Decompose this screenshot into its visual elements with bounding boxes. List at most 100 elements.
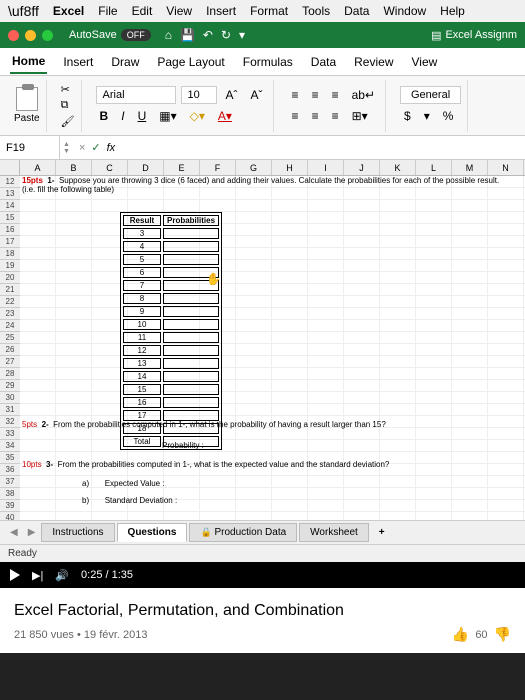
next-icon[interactable]: ▶| [32,569,43,582]
minimize-icon[interactable] [25,30,36,41]
currency-button[interactable]: $ [400,107,415,125]
fx-icon[interactable]: fx [107,142,116,154]
col-header[interactable]: G [236,160,272,175]
row-header[interactable]: 14 [0,200,20,212]
row-header[interactable]: 12 [0,176,20,188]
menu-window[interactable]: Window [383,4,426,18]
prob-cell[interactable] [163,293,219,304]
tab-page-layout[interactable]: Page Layout [155,51,226,73]
row-header[interactable]: 37 [0,476,20,488]
align-bottom-icon[interactable]: ≡ [328,86,343,104]
name-box[interactable]: F19 [0,136,60,159]
menu-tools[interactable]: Tools [302,4,330,18]
cut-icon[interactable]: ✂ [61,83,70,96]
close-icon[interactable] [8,30,19,41]
apple-icon[interactable]: \uf8ff [8,3,39,19]
autosave-toggle[interactable]: AutoSave OFF [69,29,151,41]
row-header[interactable]: 29 [0,380,20,392]
row-header[interactable]: 18 [0,248,20,260]
prob-cell[interactable] [163,345,219,356]
row-header[interactable]: 28 [0,368,20,380]
home-icon[interactable]: ⌂ [165,28,172,42]
prob-cell[interactable] [163,332,219,343]
col-header[interactable]: L [416,160,452,175]
sheet-tab-questions[interactable]: Questions [117,523,188,542]
undo-icon[interactable]: ↶ [203,28,213,42]
percent-button[interactable]: % [439,107,458,125]
tab-data[interactable]: Data [309,51,338,73]
wrap-text-icon[interactable]: ab↵ [348,86,379,104]
spreadsheet-grid[interactable]: A B C D E F G H I J K L M N 121314151617… [0,160,525,520]
fill-color-button[interactable]: ◇▾ [186,107,209,125]
prob-cell[interactable] [163,397,219,408]
col-header[interactable]: K [380,160,416,175]
menu-data[interactable]: Data [344,4,369,18]
row-header[interactable]: 21 [0,284,20,296]
row-header[interactable]: 24 [0,320,20,332]
tab-home[interactable]: Home [10,50,47,74]
prob-cell[interactable] [163,319,219,330]
row-header[interactable]: 40 [0,512,20,520]
prob-cell[interactable] [163,241,219,252]
row-header[interactable]: 15 [0,212,20,224]
align-top-icon[interactable]: ≡ [288,86,303,104]
save-icon[interactable]: 💾 [180,28,195,42]
border-button[interactable]: ▦▾ [155,107,180,125]
bold-button[interactable]: B [96,107,113,125]
col-header[interactable]: M [452,160,488,175]
italic-button[interactable]: I [117,107,128,125]
align-right-icon[interactable]: ≡ [328,107,343,125]
menu-insert[interactable]: Insert [206,4,236,18]
col-header[interactable]: N [488,160,524,175]
menu-edit[interactable]: Edit [132,4,153,18]
row-headers[interactable]: 1213141516171819202122232425262728293031… [0,176,20,520]
cancel-formula-icon[interactable]: × [79,142,85,154]
add-sheet-button[interactable]: + [371,524,393,541]
prob-cell[interactable] [163,228,219,239]
tab-nav-next-icon[interactable]: ▶ [24,527,40,538]
merge-icon[interactable]: ⊞▾ [348,107,372,125]
qat-more-icon[interactable]: ▾ [239,28,245,42]
namebox-up-icon[interactable]: ▲ [63,141,70,148]
col-header[interactable]: C [92,160,128,175]
align-left-icon[interactable]: ≡ [288,107,303,125]
menu-view[interactable]: View [166,4,192,18]
row-header[interactable]: 19 [0,260,20,272]
paste-button[interactable]: Paste [14,87,40,124]
volume-icon[interactable]: 🔊 [55,569,69,582]
redo-icon[interactable]: ↻ [221,28,231,42]
prob-cell[interactable] [163,371,219,382]
col-header[interactable]: B [56,160,92,175]
row-header[interactable]: 32 [0,416,20,428]
row-header[interactable]: 17 [0,236,20,248]
font-color-button[interactable]: A▾ [214,107,236,125]
prob-cell[interactable] [163,358,219,369]
number-format-select[interactable]: General [400,86,461,104]
row-header[interactable]: 20 [0,272,20,284]
tab-formulas[interactable]: Formulas [241,51,295,73]
row-header[interactable]: 22 [0,296,20,308]
prob-cell[interactable] [163,254,219,265]
dropdown-icon[interactable]: ▾ [420,107,434,125]
row-header[interactable]: 26 [0,344,20,356]
col-header[interactable]: I [308,160,344,175]
align-middle-icon[interactable]: ≡ [308,86,323,104]
sheet-tab-production[interactable]: 🔒 Production Data [189,523,297,542]
formula-bar[interactable] [121,142,519,154]
thumbs-down-icon[interactable]: 👎 [494,626,511,643]
prob-cell[interactable] [163,384,219,395]
font-size-select[interactable]: 10 [181,86,217,104]
tab-insert[interactable]: Insert [61,51,95,73]
row-header[interactable]: 39 [0,500,20,512]
cells-area[interactable]: 15pts 1- Suppose you are throwing 3 dice… [20,176,525,520]
thumbs-up-icon[interactable]: 👍 [452,626,469,643]
play-icon[interactable] [10,569,20,581]
shrink-font-button[interactable]: Aˇ [247,86,267,104]
col-header[interactable]: A [20,160,56,175]
row-header[interactable]: 16 [0,224,20,236]
align-center-icon[interactable]: ≡ [308,107,323,125]
col-header[interactable]: E [164,160,200,175]
menu-excel[interactable]: Excel [53,4,84,18]
format-painter-icon[interactable]: 🖌 [61,115,75,128]
menu-file[interactable]: File [98,4,117,18]
